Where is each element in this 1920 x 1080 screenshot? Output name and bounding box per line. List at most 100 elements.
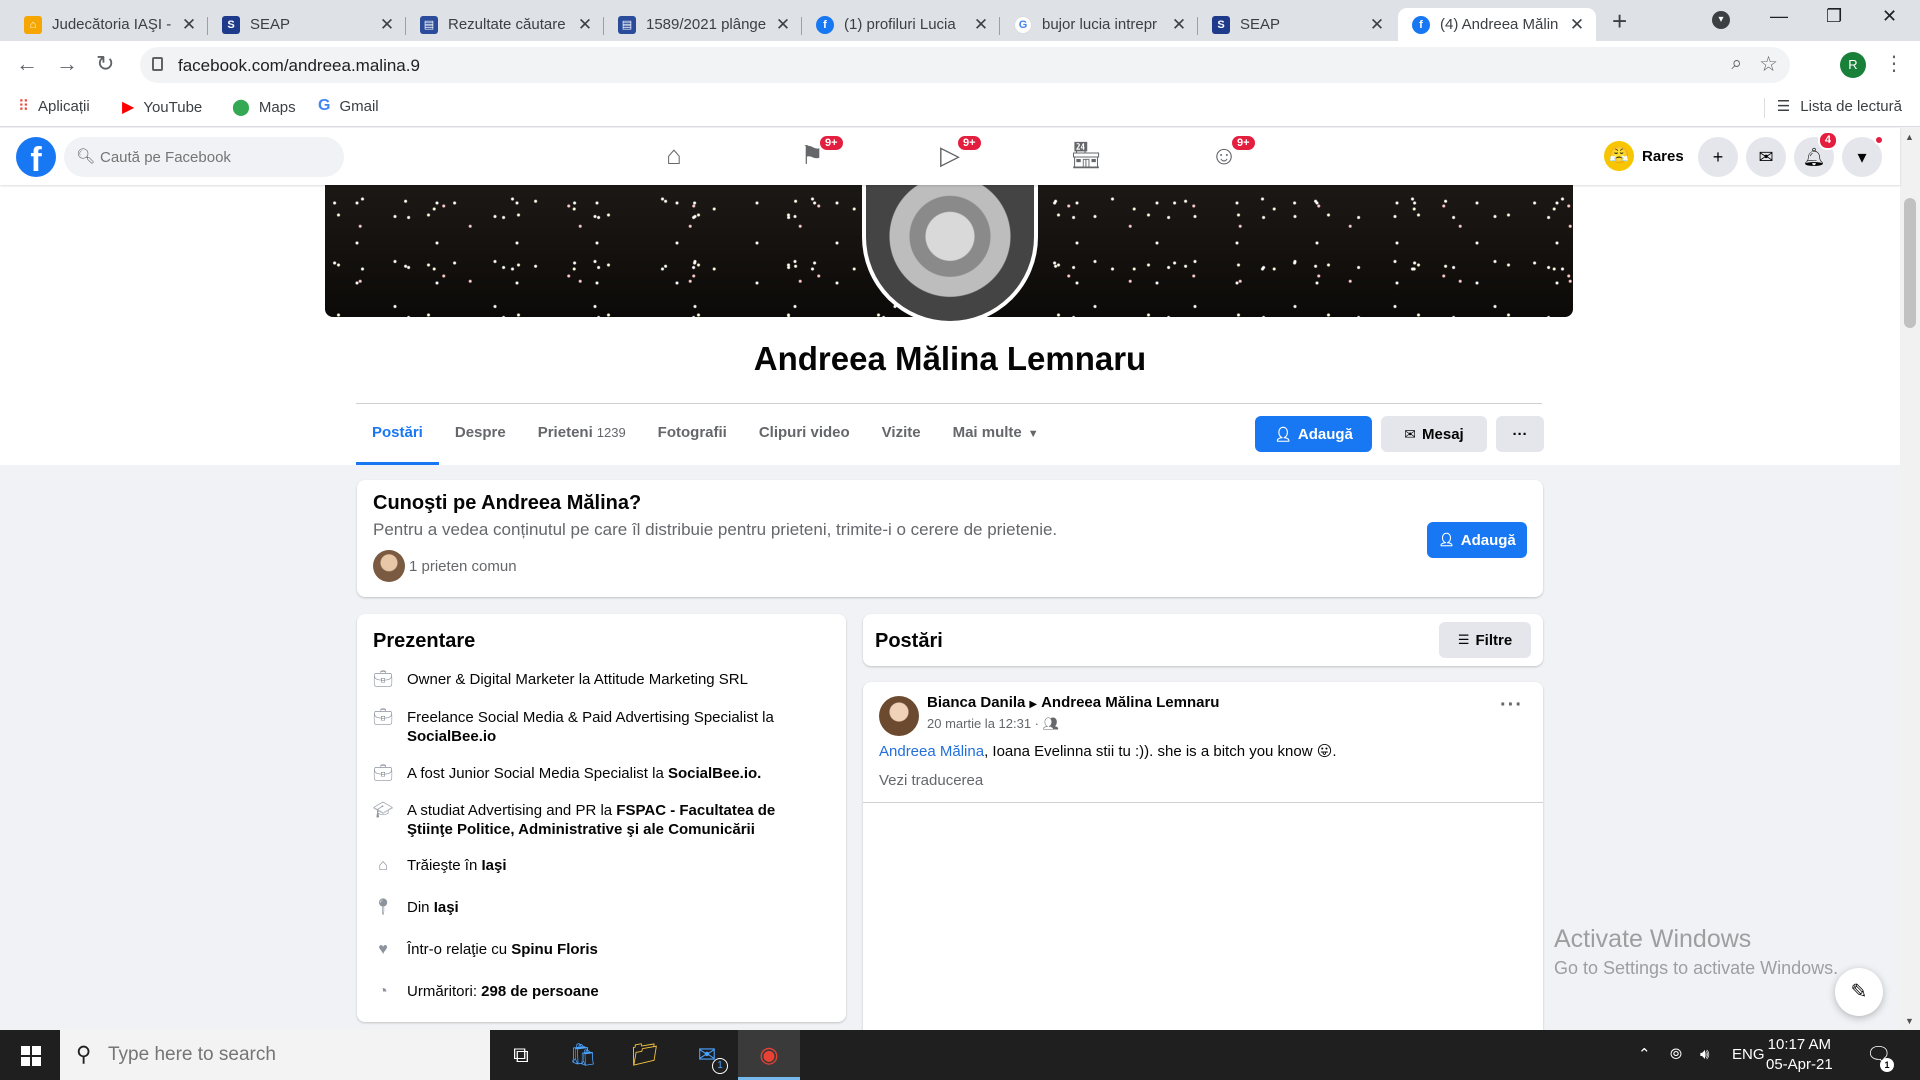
windows-logo-icon (21, 1046, 41, 1066)
lock-icon[interactable] (152, 57, 163, 71)
nav-watch[interactable]: ▷ 9+ (930, 134, 983, 174)
mutual-friends[interactable]: 1 prieten comun (373, 550, 517, 582)
forward-arrow-icon[interactable]: → (56, 51, 78, 77)
messenger-icon: ✉ (1758, 147, 1774, 167)
close-tab-icon[interactable]: ✕ (774, 15, 792, 35)
mail-button[interactable]: ✉ 1 (676, 1030, 738, 1080)
nav-pages[interactable]: ⚑ 9+ (792, 134, 845, 174)
more-options-button[interactable]: ··· (1496, 416, 1544, 452)
mention-link[interactable]: Andreea Mălina (879, 743, 984, 760)
notification-count: 1 (1880, 1058, 1894, 1072)
file-explorer-button[interactable]: 📁︎ (614, 1030, 676, 1080)
address-url[interactable]: facebook.com/andreea.malina.9 (178, 56, 420, 76)
close-tab-icon[interactable]: ✕ (972, 15, 990, 35)
avatar[interactable] (879, 696, 919, 736)
messenger-button[interactable]: ✉ (1746, 137, 1786, 177)
browser-tab[interactable]: G bujor lucia intrepr ✕ (1000, 8, 1198, 41)
bookmark-maps[interactable]: ⬤ Maps (232, 97, 296, 117)
browser-tab[interactable]: S SEAP ✕ (1198, 8, 1396, 41)
facebook-search-input[interactable] (100, 137, 330, 177)
input-language[interactable]: ENG (1732, 1030, 1765, 1080)
browser-tab[interactable]: ▤ Rezultate căutare ✕ (406, 8, 604, 41)
scroll-down-icon[interactable]: ▼ (1905, 1016, 1914, 1026)
message-button[interactable]: ✉ Mesaj (1381, 416, 1487, 452)
chrome-menu-icon[interactable]: ⋮ (1884, 51, 1904, 76)
tab-about[interactable]: Despre (439, 404, 522, 465)
wifi-icon[interactable]: ⦾ (1670, 1030, 1682, 1080)
scroll-thumb[interactable] (1904, 198, 1916, 328)
new-message-button[interactable]: ✎ (1835, 968, 1883, 1016)
start-button[interactable] (0, 1030, 60, 1080)
taskbar-search[interactable]: ⚲ (60, 1030, 490, 1080)
chrome-button[interactable]: ◉ (738, 1030, 800, 1080)
volume-icon[interactable]: 🔊︎ (1700, 1030, 1709, 1080)
gmail-icon: G (318, 97, 331, 114)
browser-tab[interactable]: ▤ 1589/2021 plânge ✕ (604, 8, 802, 41)
nav-marketplace[interactable]: 🏪︎ (1066, 140, 1106, 174)
restore-icon[interactable]: ❐ (1826, 6, 1842, 27)
create-button[interactable]: + (1698, 137, 1738, 177)
tab-checkins[interactable]: Vizite (866, 404, 937, 465)
close-tab-icon[interactable]: ✕ (1568, 15, 1586, 35)
back-arrow-icon[interactable]: ← (16, 51, 38, 77)
user-profile-chip[interactable]: 😤 Rares (1604, 138, 1684, 174)
post-timestamp[interactable]: 20 martie la 12:31 · 👥︎ (927, 716, 1059, 732)
messenger-icon: ✉ (1404, 425, 1417, 442)
close-tab-icon[interactable]: ✕ (576, 15, 594, 35)
bookmark-apps[interactable]: ⠿ Aplicații (18, 97, 90, 116)
user-avatar: 😤 (1604, 141, 1634, 171)
page-scrollbar[interactable]: ▲ ▼ (1900, 128, 1920, 1030)
see-translation-link[interactable]: Vezi traducerea (879, 772, 983, 789)
add-friend-button[interactable]: 👤︎ Adaugă (1255, 416, 1372, 452)
filters-button[interactable]: ☰ Filtre (1439, 622, 1531, 658)
task-view-button[interactable]: ⧉ (490, 1030, 552, 1080)
scroll-up-icon[interactable]: ▲ (1905, 132, 1914, 142)
nav-groups[interactable]: ☺ 9+ (1204, 134, 1257, 174)
minimize-icon[interactable]: — (1770, 6, 1788, 27)
location-pin-icon: 📍︎ (373, 899, 394, 916)
intro-item-followers: ◔ Urmăritori: 298 de persoane (373, 982, 813, 1002)
post-options-icon[interactable]: ··· (1500, 694, 1523, 717)
add-friend-button[interactable]: 👤︎ Adaugă (1427, 522, 1527, 558)
close-tab-icon[interactable]: ✕ (180, 15, 198, 35)
browser-toolbar: ← → ↻ facebook.com/andreea.malina.9 ⌕ ☆ … (0, 41, 1920, 89)
facebook-search[interactable]: 🔍︎ (64, 137, 344, 177)
address-bar[interactable]: facebook.com/andreea.malina.9 ⌕ ☆ (140, 47, 1790, 83)
tab-posts[interactable]: Postări (356, 404, 439, 465)
tab-more[interactable]: Mai multe ▼ (937, 404, 1055, 465)
tab-videos[interactable]: Clipuri video (743, 404, 866, 465)
taskbar-search-input[interactable] (108, 1030, 468, 1080)
close-tab-icon[interactable]: ✕ (1170, 15, 1188, 35)
browser-tab[interactable]: f (1) profiluri Lucia ✕ (802, 8, 1000, 41)
reading-list-button[interactable]: ☰ Lista de lectură (1777, 97, 1902, 116)
bookmark-star-icon[interactable]: ☆ (1759, 52, 1778, 77)
account-menu-button[interactable]: ▾ (1842, 135, 1884, 177)
chrome-profile-avatar[interactable]: R (1840, 52, 1866, 78)
search-icon: 🔍︎ (76, 148, 96, 165)
browser-tab[interactable]: ⌂ Judecătoria IAŞI - ✕ (10, 8, 208, 41)
notifications-button[interactable]: 🔔︎ 4 (1794, 131, 1838, 177)
bookmark-gmail[interactable]: G Gmail (318, 97, 379, 115)
browser-tab[interactable]: S SEAP ✕ (208, 8, 406, 41)
window-close-icon[interactable]: ✕ (1882, 6, 1897, 27)
tab-friends[interactable]: Prieteni 1239 (522, 404, 642, 465)
know-title: Cunoşti pe Andreea Mălina? (373, 492, 642, 514)
zoom-icon[interactable]: ⌕ (1731, 53, 1742, 75)
mail-badge: 1 (712, 1058, 728, 1074)
reload-icon[interactable]: ↻ (96, 51, 114, 77)
new-tab-icon[interactable]: + (1612, 8, 1627, 34)
bookmark-youtube[interactable]: ▶ YouTube (122, 97, 202, 117)
compose-icon: ✎ (1850, 981, 1868, 1003)
tray-chevron-up-icon[interactable]: ⌃ (1638, 1030, 1651, 1080)
marketplace-store-icon: 🏪︎ (1069, 140, 1103, 170)
taskbar-clock[interactable]: 10:17 AM 05-Apr-21 (1766, 1035, 1833, 1075)
profile-tabs: Postări Despre Prieteni 1239 Fotografii C… (356, 404, 1055, 465)
nav-home[interactable]: ⌂ (654, 140, 694, 174)
store-button[interactable]: 🛍︎ (552, 1030, 614, 1080)
close-tab-icon[interactable]: ✕ (378, 15, 396, 35)
facebook-logo-icon[interactable]: f (16, 137, 56, 177)
browser-tab-active[interactable]: f (4) Andreea Mălin ✕ (1398, 8, 1596, 41)
tab-search-icon[interactable]: ▾ (1712, 11, 1730, 29)
close-tab-icon[interactable]: ✕ (1368, 15, 1386, 35)
tab-photos[interactable]: Fotografii (642, 404, 743, 465)
